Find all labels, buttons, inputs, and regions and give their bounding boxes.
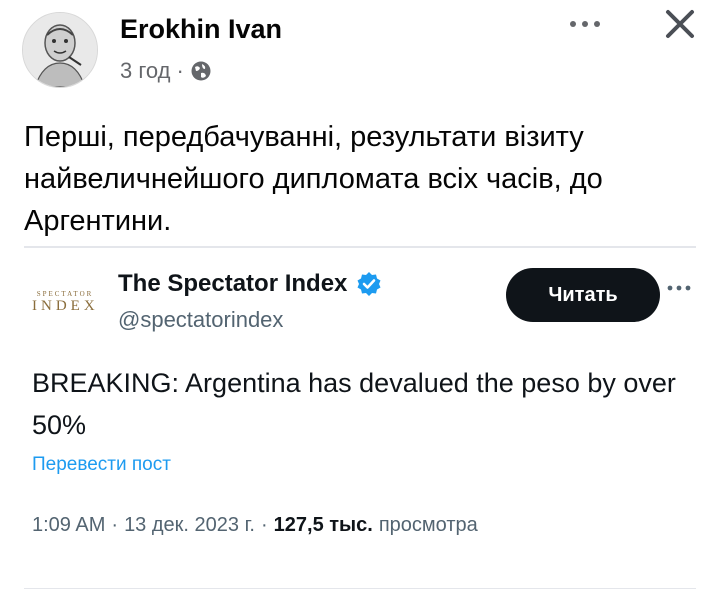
post-timestamp[interactable]: 3 год	[120, 58, 170, 84]
avatar[interactable]	[22, 12, 98, 88]
views-count: 127,5 тыс.	[273, 514, 373, 536]
tweet-more-icon[interactable]	[664, 278, 694, 304]
embed-divider	[24, 246, 696, 248]
post-text: Перші, передбачуванні, результати візиту…	[24, 121, 603, 237]
tweet-meta-dot: ·	[260, 514, 268, 536]
avatar-image	[23, 13, 97, 87]
embedded-tweet[interactable]: SPECTATOR INDEX The Spectator Index @spe…	[22, 256, 698, 586]
more-icon[interactable]	[565, 12, 605, 36]
tweet-body: BREAKING: Argentina has devalued the pes…	[32, 368, 676, 440]
tweet-time[interactable]: 1:09 AM	[32, 514, 105, 537]
tweet-date[interactable]: 13 дек. 2023 г.	[124, 514, 255, 537]
views-label: просмотра	[378, 514, 478, 536]
meta-separator: ·	[176, 58, 184, 83]
post-meta: 3 год ·	[120, 57, 212, 85]
close-icon[interactable]	[662, 6, 698, 42]
tweet-name-row: The Spectator Index	[118, 270, 383, 298]
tweet-meta-dot: ·	[111, 514, 119, 536]
bottom-divider	[24, 588, 696, 589]
logo-big-text: INDEX	[32, 298, 99, 314]
tweet-author-name[interactable]: The Spectator Index	[118, 270, 347, 298]
post-header: Erokhin Ivan 3 год ·	[0, 0, 720, 100]
tweet-meta: 1:09 AM · 13 дек. 2023 г. · 127,5 тыс. п…	[32, 514, 478, 537]
tweet-handle[interactable]: @spectatorindex	[118, 307, 283, 333]
author-name[interactable]: Erokhin Ivan	[120, 14, 282, 45]
logo-small-text: SPECTATOR	[36, 290, 94, 298]
verified-badge-icon	[355, 270, 383, 298]
spectator-index-logo[interactable]: SPECTATOR INDEX	[32, 290, 98, 330]
follow-button[interactable]: Читать	[506, 268, 660, 322]
translate-link[interactable]: Перевести пост	[32, 454, 171, 476]
globe-icon[interactable]	[190, 60, 212, 82]
